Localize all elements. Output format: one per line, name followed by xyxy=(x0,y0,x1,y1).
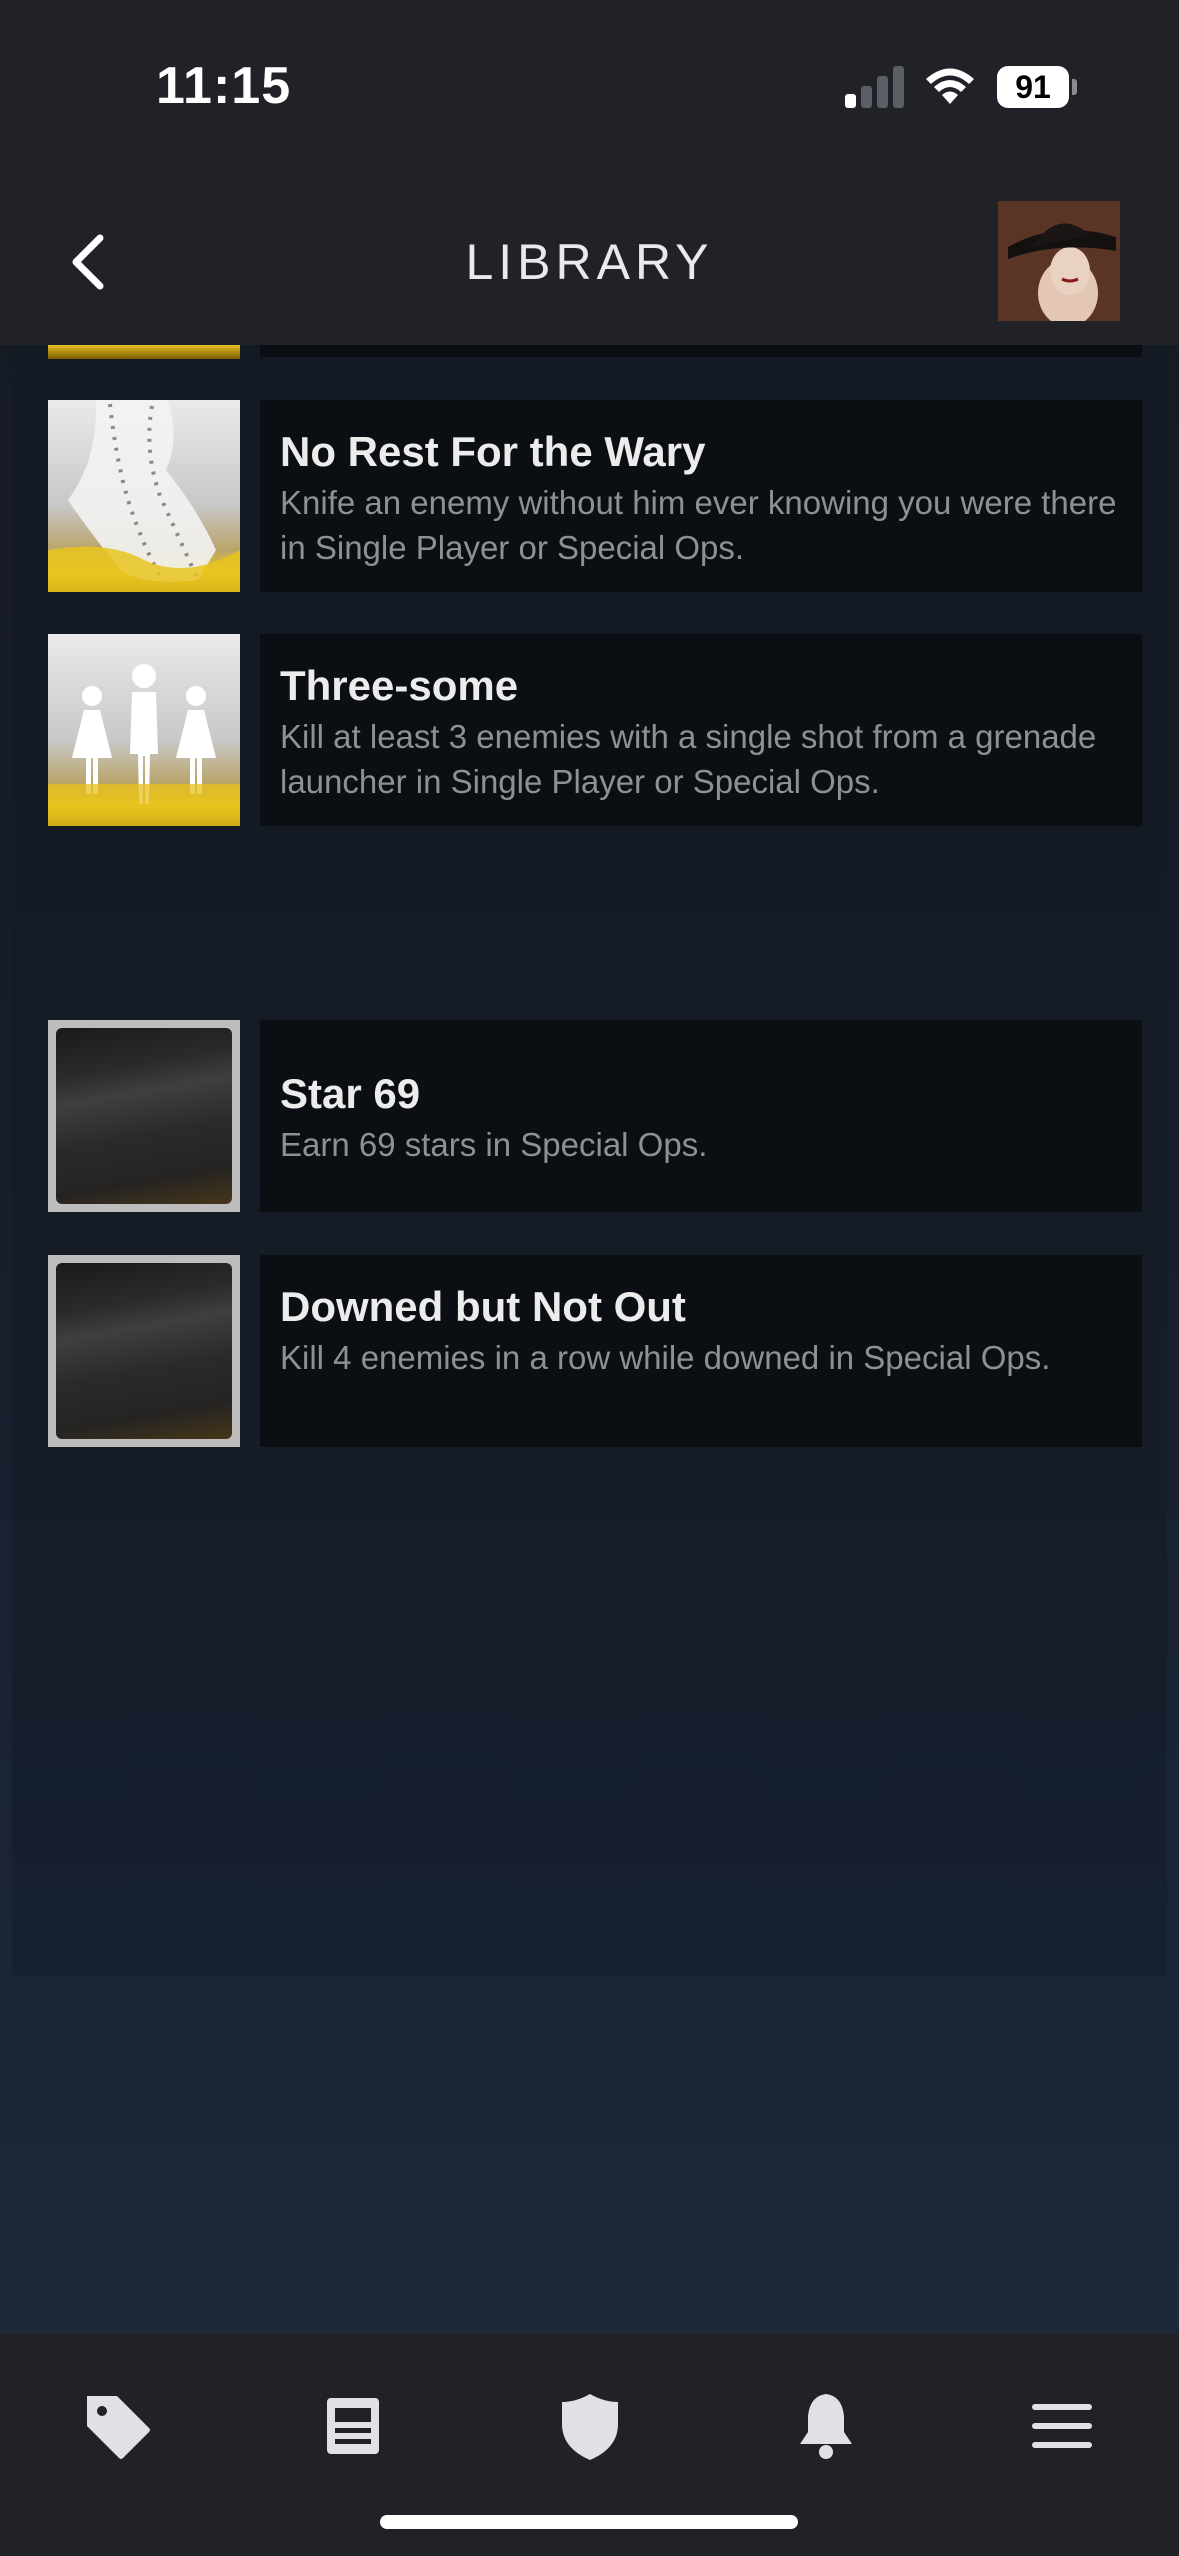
achievements-list[interactable]: No Rest For the Wary Knife an enemy with… xyxy=(12,345,1167,1975)
status-time: 11:15 xyxy=(156,57,292,115)
news-icon[interactable] xyxy=(313,2386,393,2466)
wifi-icon xyxy=(926,68,974,104)
achievement-title: Three-some xyxy=(280,662,519,709)
achievement-card xyxy=(260,345,1142,357)
chevron-left-icon[interactable] xyxy=(50,222,130,302)
achievement-card: Star 69 Earn 69 stars in Special Ops. xyxy=(260,1020,1142,1212)
achievement-title: No Rest For the Wary xyxy=(280,428,706,475)
status-bar: 11:15 91 xyxy=(0,0,1179,180)
achievement-description: Earn 69 stars in Special Ops. xyxy=(280,1126,708,1163)
achievement-description: Knife an enemy without him ever knowing … xyxy=(280,484,1117,566)
achievement-card: Downed but Not Out Kill 4 enemies in a r… xyxy=(260,1255,1142,1447)
achievement-title: Star 69 xyxy=(280,1070,421,1117)
battery-icon: 91 xyxy=(997,66,1077,108)
achievement-item[interactable]: No Rest For the Wary Knife an enemy with… xyxy=(48,400,1142,592)
achievement-card: Three-some Kill at least 3 enemies with … xyxy=(260,634,1142,826)
locked-achievement-icon xyxy=(48,1255,240,1447)
battery-level: 91 xyxy=(997,66,1069,108)
list-item-partial xyxy=(48,345,1142,359)
cellular-signal-icon xyxy=(845,64,905,108)
achievement-description: Kill 4 enemies in a row while downed in … xyxy=(280,1339,1051,1376)
achievement-item[interactable]: Three-some Kill at least 3 enemies with … xyxy=(48,634,1142,826)
nav-header: LIBRARY xyxy=(0,180,1179,345)
achievement-item[interactable]: Star 69 Earn 69 stars in Special Ops. xyxy=(48,1020,1142,1212)
menu-icon[interactable] xyxy=(1022,2386,1102,2466)
achievement-card: No Rest For the Wary Knife an enemy with… xyxy=(260,400,1142,592)
guard-shield-icon[interactable] xyxy=(550,2386,630,2466)
notifications-bell-icon[interactable] xyxy=(786,2386,866,2466)
profile-avatar[interactable] xyxy=(998,201,1120,321)
achievement-icon xyxy=(48,345,240,359)
store-tag-icon[interactable] xyxy=(77,2386,157,2466)
achievement-title: Downed but Not Out xyxy=(280,1283,686,1330)
three-people-achievement-icon xyxy=(48,634,240,826)
achievement-description: Kill at least 3 enemies with a single sh… xyxy=(280,718,1097,800)
achievement-item[interactable]: Downed but Not Out Kill 4 enemies in a r… xyxy=(48,1255,1142,1447)
home-indicator[interactable] xyxy=(380,2515,798,2529)
knife-achievement-icon xyxy=(48,400,240,592)
locked-achievement-icon xyxy=(48,1020,240,1212)
